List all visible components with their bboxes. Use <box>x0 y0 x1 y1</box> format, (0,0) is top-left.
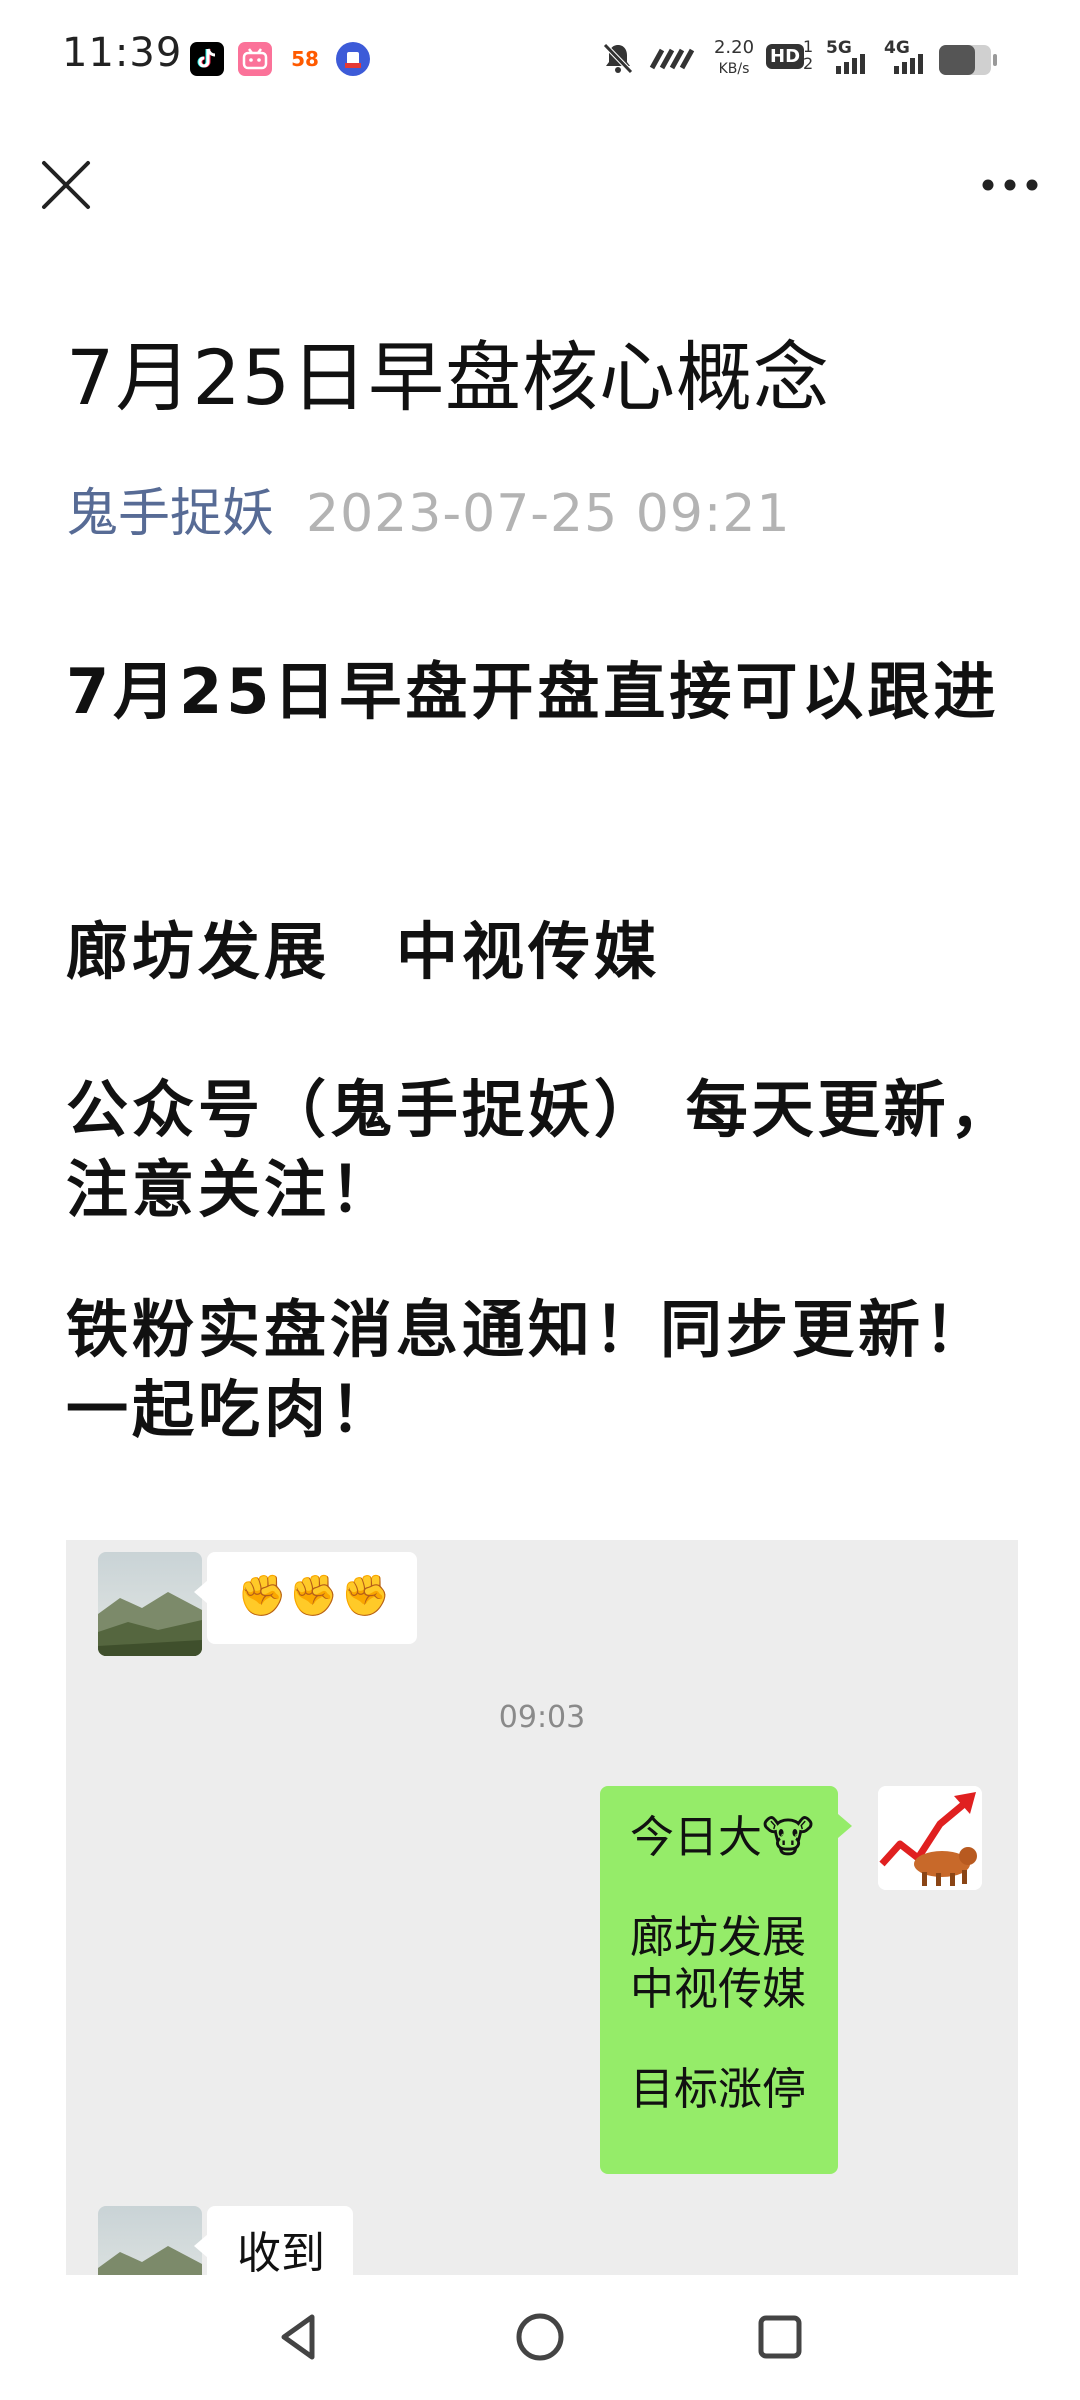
article-paragraph: 7月25日早盘开盘直接可以跟进 <box>66 655 1000 728</box>
bilibili-icon <box>238 42 272 76</box>
sim-label-2: 2 <box>803 54 814 73</box>
message-line: 今日大🐮 <box>630 1812 815 1863</box>
nfc-icon <box>649 48 695 70</box>
incoming-message-bubble: ✊✊✊ <box>207 1552 417 1644</box>
incoming-message-bubble: 收到 <box>207 2206 353 2275</box>
author-link[interactable]: 鬼手捉妖 <box>66 484 274 544</box>
status-bar: 11:39 58 2.20 KB/s HD 12 5G 4G <box>0 0 1080 120</box>
signal-5g-bars-icon <box>836 54 865 74</box>
received-message: 收到 <box>237 2228 325 2275</box>
system-navigation-bar <box>0 2275 1080 2400</box>
recents-square-icon <box>758 2315 802 2359</box>
back-button[interactable] <box>268 2305 332 2369</box>
article-paragraph: 公众号（鬼手捉妖） 每天更新，注意关注！ <box>66 1073 1016 1226</box>
article-meta: 鬼手捉妖 2023-07-25 09:21 <box>66 488 791 540</box>
outgoing-message-bubble: 今日大🐮 廊坊发展 中视传媒 目标涨停 <box>600 1786 838 2174</box>
article-title: 7月25日早盘核心概念 <box>66 333 831 422</box>
back-triangle-icon <box>281 2314 315 2360</box>
tiktok-icon <box>190 42 224 76</box>
message-line: 目标涨停 <box>630 2064 806 2115</box>
net-speed: 2.20 KB/s <box>712 38 756 79</box>
sender-avatar <box>98 2206 202 2275</box>
sim-indicator: 12 <box>803 38 813 72</box>
hd-badge: HD <box>766 44 805 69</box>
close-icon <box>42 161 90 209</box>
news-app-icon <box>336 42 370 76</box>
net-speed-unit: KB/s <box>718 61 750 77</box>
status-time: 11:39 <box>62 30 183 76</box>
chat-screenshot-image: ✊✊✊ 09:03 今日大🐮 廊坊发展 中视传媒 目标涨停 收到 <box>66 1540 1018 2275</box>
net-speed-value: 2.20 <box>713 37 755 58</box>
recents-button[interactable] <box>748 2305 812 2369</box>
fist-emoji-message: ✊✊✊ <box>237 1573 393 1619</box>
bubble-tail <box>194 1580 208 1604</box>
message-line: 中视传媒 <box>630 1964 806 2015</box>
more-button[interactable] <box>970 160 1050 210</box>
bubble-tail <box>838 1814 852 1838</box>
sender-avatar <box>98 1552 202 1656</box>
58-app-icon: 58 <box>291 47 319 71</box>
bull-market-avatar <box>878 1786 982 1890</box>
publish-date: 2023-07-25 09:21 <box>306 484 791 544</box>
close-button[interactable] <box>36 155 96 215</box>
more-icon <box>982 179 1038 191</box>
signal-4g-bars-icon <box>894 54 923 74</box>
home-circle-icon <box>516 2313 564 2361</box>
chat-timestamp: 09:03 <box>498 1700 586 1735</box>
battery-icon <box>939 45 997 75</box>
bubble-tail <box>194 2234 208 2258</box>
article-paragraph: 铁粉实盘消息通知！同步更新！一起吃肉！ <box>66 1293 991 1446</box>
message-line: 廊坊发展 <box>630 1912 806 1963</box>
article-paragraph: 廊坊发展 中视传媒 <box>66 915 661 988</box>
mute-bell-icon <box>603 43 633 74</box>
home-button[interactable] <box>508 2305 572 2369</box>
